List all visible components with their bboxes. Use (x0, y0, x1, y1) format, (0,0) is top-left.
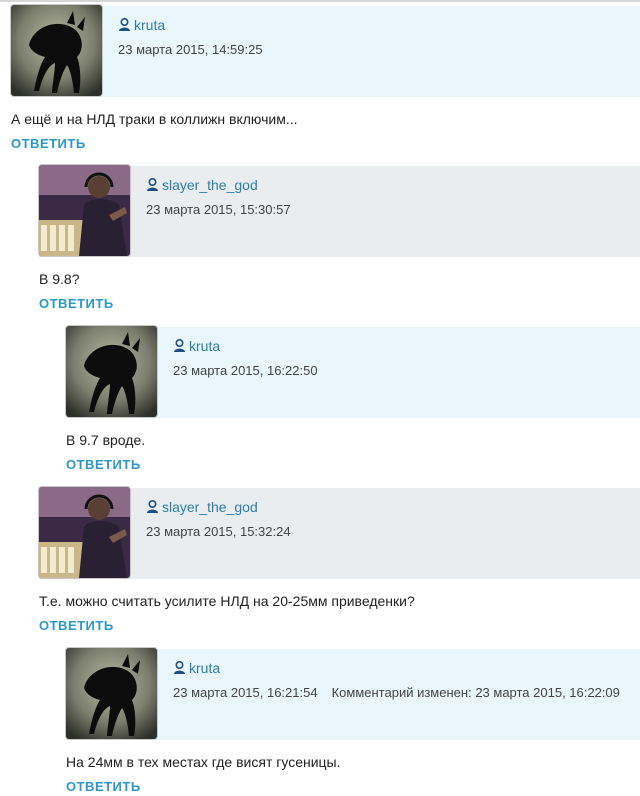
comment-date: 23 марта 2015, 16:22:50 (173, 363, 318, 378)
comment-date: 23 марта 2015, 15:30:57 (146, 202, 291, 217)
comment: kruta 23 марта 2015, 14:59:25 А ещё и на… (11, 2, 640, 162)
comment: slayer_the_god 23 марта 2015, 15:32:24 Т… (39, 484, 640, 645)
user-icon (147, 178, 158, 191)
user-icon (174, 661, 185, 674)
comment-header: kruta 23 марта 2015, 16:21:54 Комментарий… (66, 645, 640, 740)
edited-date: 23 марта 2015, 16:22:09 (475, 685, 620, 700)
avatar[interactable] (39, 487, 130, 578)
username-link[interactable]: kruta (189, 338, 220, 354)
comment-header-bar (11, 6, 640, 97)
user-icon (147, 500, 158, 513)
avatar[interactable] (66, 648, 157, 739)
reply-button[interactable]: ОТВЕТИТЬ (11, 136, 86, 151)
username-link[interactable]: kruta (134, 17, 165, 33)
comment-date: 23 марта 2015, 15:32:24 (146, 524, 291, 539)
comment-date: 23 марта 2015, 16:21:54 Комментарий измен… (173, 685, 620, 700)
user-row: slayer_the_god (146, 177, 258, 193)
comment-header: slayer_the_god 23 марта 2015, 15:30:57 (39, 162, 640, 257)
user-row: slayer_the_god (146, 499, 258, 515)
edited-label: Комментарий изменен: (331, 685, 472, 700)
user-row: kruta (118, 17, 165, 33)
comment-text: А ещё и на НЛД траки в коллижн включим..… (11, 111, 298, 127)
dj-studio-avatar-icon (39, 165, 130, 256)
reply-button[interactable]: ОТВЕТИТЬ (66, 457, 141, 472)
black-cat-avatar-icon (66, 326, 157, 417)
user-row: kruta (173, 660, 220, 676)
avatar[interactable] (11, 5, 102, 96)
comment-header: slayer_the_god 23 марта 2015, 15:32:24 (39, 484, 640, 579)
user-icon (174, 339, 185, 352)
username-link[interactable]: kruta (189, 660, 220, 676)
comment: kruta 23 марта 2015, 16:21:54 Комментарий… (66, 645, 640, 794)
username-link[interactable]: slayer_the_god (162, 177, 258, 193)
username-link[interactable]: slayer_the_god (162, 499, 258, 515)
comment-date: 23 марта 2015, 14:59:25 (118, 42, 263, 57)
user-icon (119, 18, 130, 31)
comment-header: kruta 23 марта 2015, 16:22:50 (66, 323, 640, 418)
comment: slayer_the_god 23 марта 2015, 15:30:57 В… (39, 162, 640, 323)
black-cat-avatar-icon (66, 648, 157, 739)
comment-text: Т.е. можно считать усилите НЛД на 20-25м… (39, 593, 415, 609)
avatar[interactable] (39, 165, 130, 256)
avatar[interactable] (66, 326, 157, 417)
reply-button[interactable]: ОТВЕТИТЬ (39, 618, 114, 633)
user-row: kruta (173, 338, 220, 354)
black-cat-avatar-icon (11, 5, 102, 96)
reply-button[interactable]: ОТВЕТИТЬ (66, 779, 141, 794)
dj-studio-avatar-icon (39, 487, 130, 578)
comment-text: В 9.8? (39, 271, 80, 287)
comment: kruta 23 марта 2015, 16:22:50 В 9.7 врод… (66, 323, 640, 484)
comment-text: На 24мм в тех местах где висят гусеницы. (66, 754, 341, 770)
reply-button[interactable]: ОТВЕТИТЬ (39, 296, 114, 311)
comment-text: В 9.7 вроде. (66, 432, 146, 448)
comment-header: kruta 23 марта 2015, 14:59:25 (11, 2, 640, 97)
